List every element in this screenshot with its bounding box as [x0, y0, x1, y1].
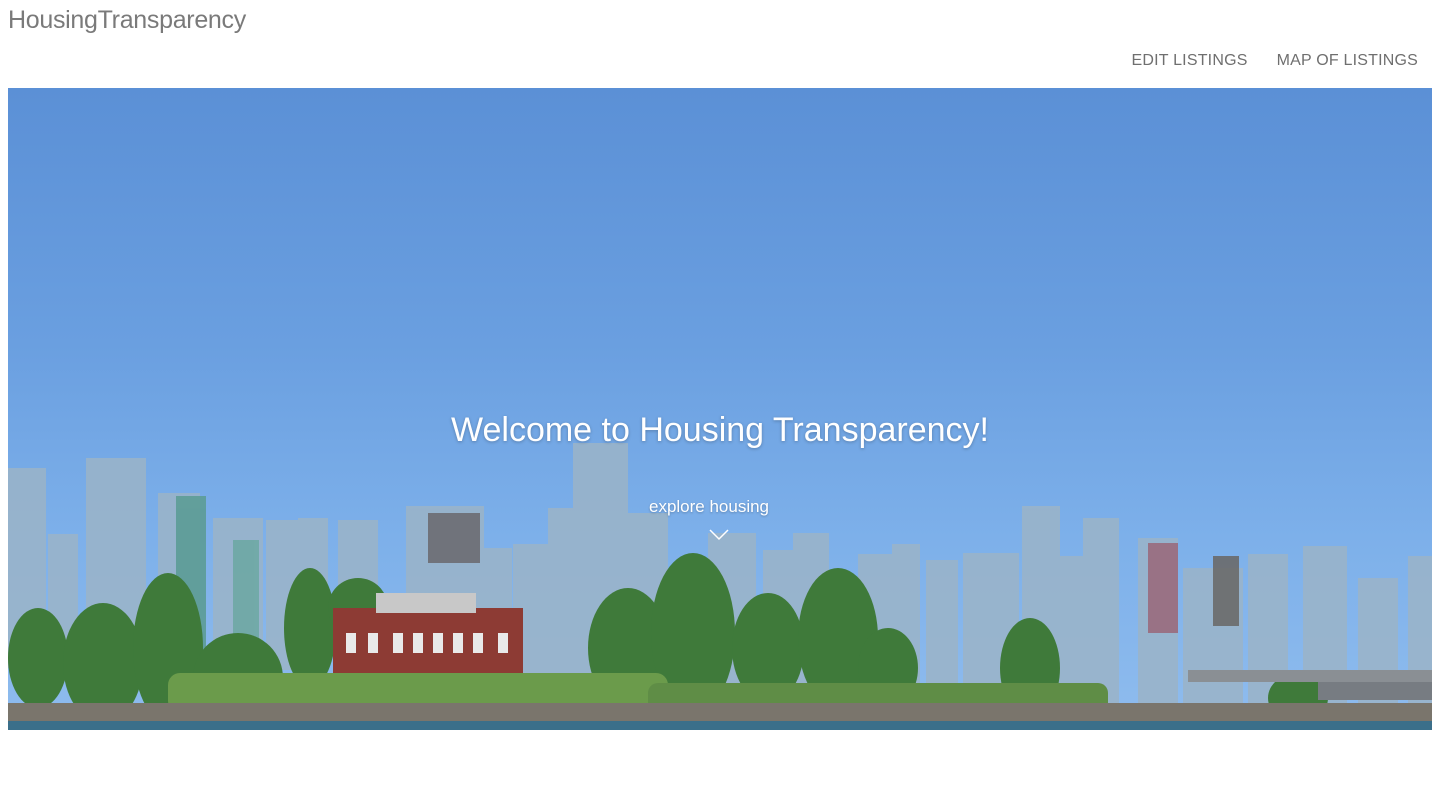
nav-edit-listings[interactable]: EDIT LISTINGS — [1131, 52, 1247, 70]
brand-logo[interactable]: HousingTransparency — [8, 6, 246, 35]
chevron-down-icon[interactable] — [709, 528, 729, 542]
nav-map-of-listings[interactable]: MAP OF LISTINGS — [1277, 52, 1418, 70]
hero-title: Welcome to Housing Transparency! — [451, 411, 989, 449]
main-nav: EDIT LISTINGS MAP OF LISTINGS — [1131, 52, 1418, 70]
city-skyline-image — [8, 443, 1432, 730]
explore-housing-link[interactable]: explore housing — [8, 497, 1410, 517]
hero-banner: Welcome to Housing Transparency! explore… — [8, 88, 1432, 730]
